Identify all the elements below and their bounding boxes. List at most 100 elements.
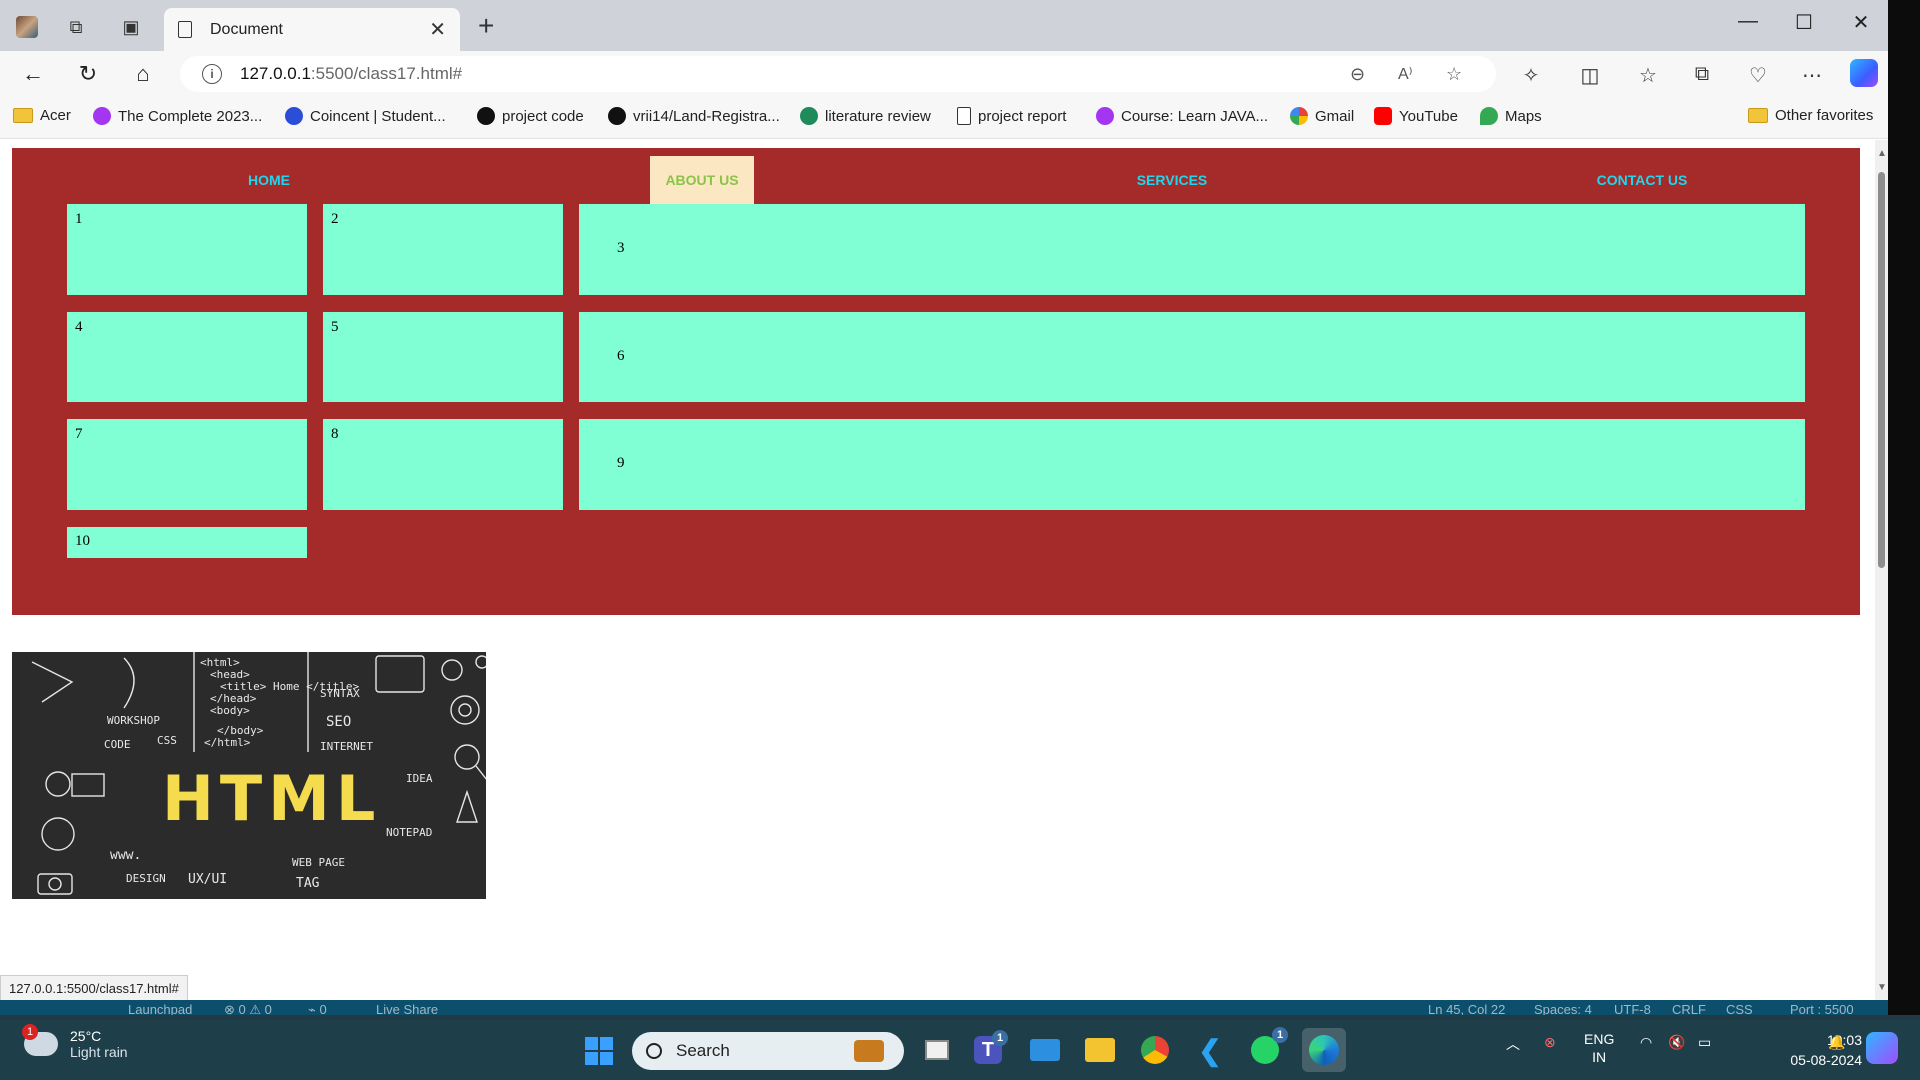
nav-about-us[interactable]: ABOUT US [650, 156, 754, 204]
vertical-tabs-icon[interactable]: ▣ [118, 14, 144, 40]
status-problems[interactable]: ⊗ 0 ⚠ 0 [224, 1002, 272, 1015]
scroll-thumb[interactable] [1878, 172, 1885, 568]
grid-cell-7: 7 [67, 419, 307, 510]
link-status-tooltip: 127.0.0.1:5500/class17.html# [0, 975, 188, 1001]
profile-avatar-icon[interactable] [14, 14, 40, 40]
taskbar: 1 25°C Light rain Search T 1 ❮ 1 ︿ ⊗ ENG… [0, 1020, 1920, 1080]
grid-cell-2: 2 [323, 204, 563, 295]
nav-services[interactable]: SERVICES [1112, 156, 1232, 204]
language-indicator[interactable]: ENG IN [1584, 1030, 1614, 1066]
extensions-icon[interactable]: ✧ [1517, 63, 1545, 88]
status-live-share[interactable]: Live Share [376, 1002, 438, 1015]
favorite-learn-java[interactable]: Course: Learn JAVA... [1096, 107, 1268, 125]
browser-essentials-icon[interactable]: ♡ [1744, 63, 1772, 88]
copilot-taskbar-icon[interactable] [1866, 1032, 1898, 1064]
notifications-bell-icon[interactable]: 🔔 [1828, 1034, 1845, 1051]
favorite-star-icon[interactable]: ☆ [1446, 56, 1462, 92]
more-menu-icon[interactable]: ⋯ [1798, 63, 1826, 88]
status-launchpad[interactable]: Launchpad [128, 1002, 192, 1015]
html-chalkboard-image: <html> <head> <title> Home </title> </he… [12, 652, 486, 899]
task-view-icon[interactable] [920, 1033, 954, 1067]
chrome-icon[interactable] [1138, 1033, 1172, 1067]
favorite-land-registra[interactable]: vrii14/Land-Registra... [608, 107, 780, 125]
weather-temp: 25°C [70, 1028, 102, 1044]
briefcase-icon [854, 1040, 884, 1062]
mail-icon[interactable] [1028, 1033, 1062, 1067]
windows-start-icon[interactable] [585, 1037, 613, 1065]
page-scrollbar[interactable]: ▲ ▼ [1875, 140, 1888, 1000]
volume-muted-icon[interactable]: 🔇 [1668, 1034, 1685, 1051]
favorites-bar: Acer The Complete 2023... Coincent | Stu… [0, 97, 1888, 139]
edge-icon[interactable] [1302, 1028, 1346, 1072]
search-placeholder: Search [676, 1041, 730, 1060]
nav-contact-us[interactable]: CONTACT US [1572, 156, 1712, 204]
youtube-icon [1374, 107, 1392, 125]
favorite-literature-review[interactable]: literature review [800, 107, 931, 125]
status-spaces[interactable]: Spaces: 4 [1534, 1002, 1592, 1015]
vscode-status-bar: Launchpad ⊗ 0 ⚠ 0 ⌁ 0 Live Share Ln 45, … [0, 1000, 1888, 1015]
file-explorer-icon[interactable] [1083, 1033, 1117, 1067]
status-cursor[interactable]: Ln 45, Col 22 [1428, 1002, 1505, 1015]
favorite-gmail[interactable]: Gmail [1290, 107, 1354, 125]
home-button[interactable]: ⌂ [128, 61, 158, 87]
udemy-icon [1096, 107, 1114, 125]
status-language[interactable]: CSS [1726, 1002, 1753, 1015]
github-icon [477, 107, 495, 125]
battery-icon[interactable]: ▭ [1698, 1034, 1711, 1051]
favorite-maps[interactable]: Maps [1480, 107, 1542, 125]
scroll-down-icon[interactable]: ▼ [1877, 982, 1887, 993]
weather-widget[interactable]: 1 25°C Light rain [22, 1024, 128, 1060]
grid-container: HOME ABOUT US SERVICES CONTACT US 1 2 3 … [12, 148, 1860, 615]
tab-document[interactable]: Document ✕ [164, 8, 460, 51]
collections-icon[interactable]: ⧉ [1688, 63, 1716, 86]
favorite-youtube[interactable]: YouTube [1374, 107, 1458, 125]
zoom-out-icon[interactable]: ⊖ [1350, 56, 1365, 92]
status-encoding[interactable]: UTF-8 [1614, 1002, 1651, 1015]
folder-icon [13, 108, 33, 123]
split-screen-icon[interactable]: ◫ [1576, 63, 1604, 88]
nav-home[interactable]: HOME [214, 156, 324, 204]
address-bar[interactable]: i 127.0.0.1:5500/class17.html# ⊖ A⁾ ☆ [180, 56, 1496, 92]
scroll-up-icon[interactable]: ▲ [1877, 148, 1887, 159]
grid-cell-4: 4 [67, 312, 307, 402]
back-button[interactable]: ← [18, 61, 48, 87]
reload-button[interactable]: ↻ [73, 61, 103, 87]
system-clock[interactable]: 19:03 05-08-2024 [1770, 1030, 1862, 1070]
grid-cell-6: 6 [579, 312, 1805, 402]
minimize-button[interactable]: — [1733, 10, 1763, 33]
wifi-icon[interactable]: ◠ [1640, 1034, 1652, 1051]
url-host: 127.0.0.1 [240, 64, 311, 83]
udemy-icon [93, 107, 111, 125]
read-aloud-icon[interactable]: A⁾ [1398, 56, 1413, 92]
favorite-complete-2023[interactable]: The Complete 2023... [93, 107, 262, 125]
favorite-project-report[interactable]: project report [957, 107, 1066, 125]
favorite-coincent[interactable]: Coincent | Student... [285, 107, 446, 125]
link-icon [800, 107, 818, 125]
grid-cell-5: 5 [323, 312, 563, 402]
desktop-edge [1888, 0, 1920, 1015]
whatsapp-icon[interactable]: 1 [1248, 1027, 1288, 1067]
maximize-button[interactable]: ☐ [1789, 10, 1819, 35]
vscode-icon[interactable]: ❮ [1193, 1033, 1227, 1067]
status-eol[interactable]: CRLF [1672, 1002, 1706, 1015]
favorite-project-code[interactable]: project code [477, 107, 584, 125]
workspaces-icon[interactable]: ⧉ [63, 14, 89, 40]
tab-title: Document [210, 20, 283, 38]
favorites-icon[interactable]: ☆ [1634, 63, 1662, 88]
new-tab-button[interactable]: + [478, 12, 494, 40]
copilot-icon[interactable] [1850, 59, 1878, 87]
status-ports[interactable]: ⌁ 0 [308, 1002, 327, 1015]
page-icon [957, 107, 971, 125]
folder-icon [1748, 108, 1768, 123]
close-window-button[interactable]: ✕ [1846, 10, 1876, 35]
close-tab-icon[interactable]: ✕ [429, 17, 446, 42]
favorite-acer[interactable]: Acer [13, 107, 71, 124]
status-port[interactable]: Port : 5500 [1790, 1002, 1854, 1015]
other-favorites[interactable]: Other favorites [1748, 107, 1873, 124]
network-error-icon[interactable]: ⊗ [1544, 1034, 1556, 1051]
show-hidden-icons[interactable]: ︿ [1506, 1034, 1520, 1054]
site-info-icon[interactable]: i [202, 64, 222, 84]
teams-icon[interactable]: T 1 [974, 1030, 1008, 1064]
page-viewport: HOME ABOUT US SERVICES CONTACT US 1 2 3 … [0, 140, 1875, 1000]
taskbar-search[interactable]: Search [632, 1032, 904, 1070]
